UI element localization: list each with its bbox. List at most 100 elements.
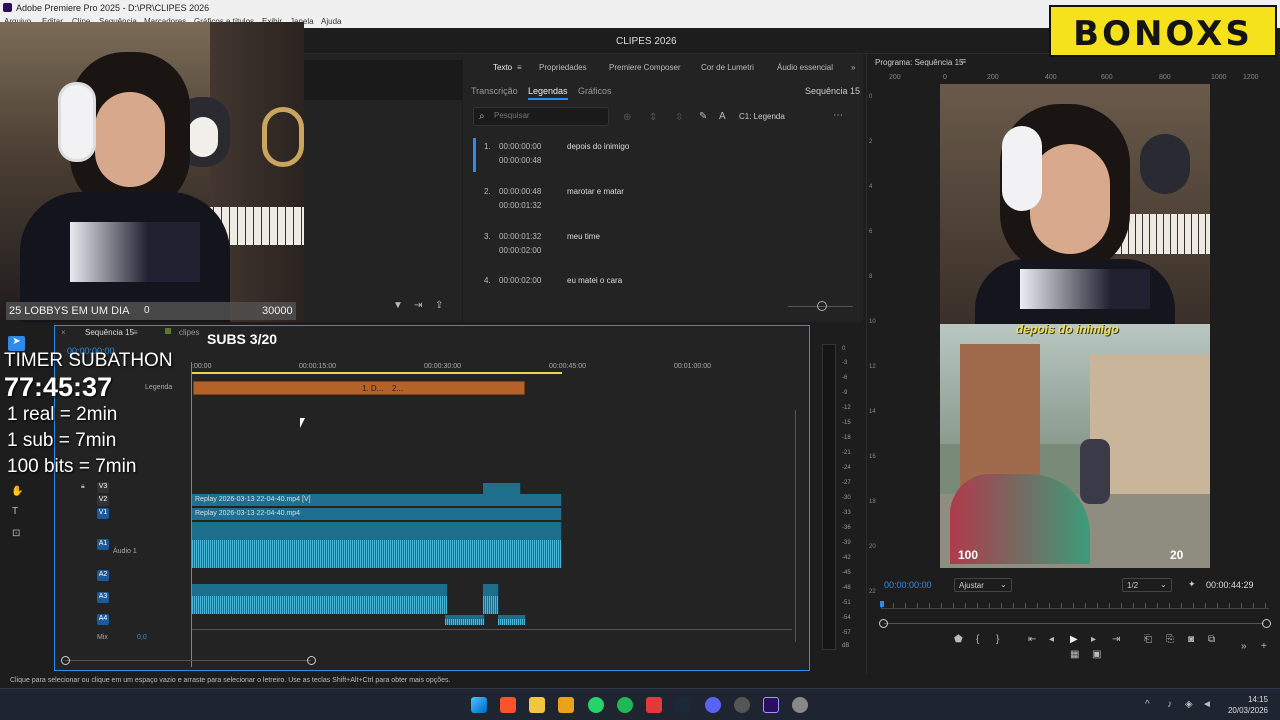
zoom-slider-handle[interactable] bbox=[817, 301, 827, 311]
sublime-icon[interactable] bbox=[558, 697, 574, 713]
caption-row-2[interactable]: 2. 00:00:00:48 00:00:01:32 marotar e mat… bbox=[463, 187, 863, 231]
zoom-bar[interactable] bbox=[884, 623, 1264, 624]
mix-value[interactable]: 0,0 bbox=[137, 634, 147, 641]
type-tool-icon[interactable]: T bbox=[12, 506, 18, 517]
video-clip-v2[interactable]: Replay 2026-03-13 22-04-40.mp4 [V] bbox=[192, 494, 562, 506]
more-options-icon[interactable]: ⋯ bbox=[833, 110, 843, 121]
tab-propriedades[interactable]: Propriedades bbox=[539, 63, 587, 72]
audio-clip-a4b[interactable] bbox=[498, 615, 526, 625]
caption-row-3[interactable]: 3. 00:00:01:32 00:00:02:00 meu time bbox=[463, 232, 863, 276]
menu-icon[interactable]: ≡ bbox=[133, 328, 138, 337]
playhead[interactable] bbox=[880, 601, 884, 607]
lift-icon[interactable]: ⎗ bbox=[1144, 634, 1152, 645]
video-clip-v1[interactable]: Replay 2026-03-13 22-04-40.mp4 bbox=[192, 508, 562, 520]
premiere-taskbar-icon[interactable] bbox=[763, 697, 779, 713]
track-v1[interactable]: V1 bbox=[97, 508, 109, 519]
transparency-icon[interactable]: ▣ bbox=[1092, 649, 1101, 660]
selection-tool-icon[interactable]: ➤ bbox=[8, 336, 25, 351]
menu-icon[interactable]: ≡ bbox=[517, 63, 522, 72]
vertical-scrollbar[interactable] bbox=[795, 410, 796, 642]
whatsapp-icon[interactable] bbox=[588, 697, 604, 713]
close-icon[interactable]: × bbox=[61, 328, 66, 337]
tab-audio-essencial[interactable]: Áudio essencial bbox=[777, 63, 833, 72]
zoom-handle-left[interactable] bbox=[879, 619, 888, 628]
system-clock[interactable]: 14:15 20/03/2026 bbox=[1222, 694, 1268, 716]
timeline-ruler[interactable]: :00:00 00:00:15:00 00:00:30:00 00:00:45:… bbox=[192, 359, 802, 373]
program-timecode[interactable]: 00:00:00:00 bbox=[884, 580, 932, 590]
tab-sequence[interactable]: Sequência 15 bbox=[85, 328, 134, 337]
caption-text[interactable]: eu matei o cara bbox=[567, 276, 622, 285]
scroll-handle-right[interactable] bbox=[307, 656, 316, 665]
program-time-ruler[interactable] bbox=[881, 603, 1269, 609]
caption-tool-icon[interactable]: ⊡ bbox=[12, 528, 20, 539]
subtab-legendas[interactable]: Legendas bbox=[528, 86, 568, 100]
caption-text[interactable]: depois do inimigo bbox=[567, 142, 629, 151]
network-icon[interactable]: ◈ bbox=[1185, 699, 1193, 710]
caption-text[interactable]: marotar e matar bbox=[567, 187, 624, 196]
caption-row-1[interactable]: 1. 00:00:00:00 00:00:00:48 depois do ini… bbox=[463, 142, 863, 186]
more-buttons-icon[interactable]: » bbox=[1241, 641, 1247, 652]
filter-icon[interactable]: ▼ bbox=[393, 300, 403, 311]
merge-caption-icon[interactable]: ⇳ bbox=[675, 112, 683, 123]
track-a4[interactable]: A4 bbox=[97, 614, 109, 625]
mark-out-icon[interactable]: } bbox=[996, 634, 999, 645]
windows-start-icon[interactable] bbox=[471, 697, 487, 713]
extract-icon[interactable]: ⎘ bbox=[1166, 634, 1174, 645]
spotify-icon[interactable] bbox=[617, 697, 633, 713]
audio-clip-a3[interactable] bbox=[192, 584, 448, 614]
camera-icon[interactable]: ◙ bbox=[1188, 634, 1194, 645]
add-caption-icon[interactable]: ⊕ bbox=[623, 112, 631, 123]
translate-icon[interactable]: A bbox=[719, 111, 726, 122]
import-icon[interactable]: ⇥ bbox=[414, 300, 422, 311]
scroll-handle-left[interactable] bbox=[61, 656, 70, 665]
audio-clip-a1[interactable] bbox=[192, 522, 562, 568]
volume-icon[interactable]: ◄ bbox=[1202, 699, 1212, 710]
compare-icon[interactable]: ⧉ bbox=[1208, 634, 1215, 645]
file-explorer-icon[interactable] bbox=[529, 697, 545, 713]
track-a3[interactable]: A3 bbox=[97, 592, 109, 603]
go-to-in-icon[interactable]: ⇤ bbox=[1028, 634, 1036, 645]
mic-icon[interactable]: ♪ bbox=[1167, 699, 1172, 710]
export-icon[interactable]: ⇪ bbox=[435, 300, 443, 311]
more-tabs-icon[interactable]: » bbox=[851, 63, 855, 72]
subtab-graficos[interactable]: Gráficos bbox=[578, 86, 612, 96]
caption-track-label[interactable]: C1: Legenda bbox=[739, 112, 785, 121]
audio-clip-a4[interactable] bbox=[445, 615, 485, 625]
red-app-icon[interactable] bbox=[646, 697, 662, 713]
tab-premiere-composer[interactable]: Premiere Composer bbox=[609, 63, 681, 72]
discord-icon[interactable] bbox=[705, 697, 721, 713]
safe-margins-icon[interactable]: ▦ bbox=[1070, 649, 1079, 660]
step-back-icon[interactable]: ◂ bbox=[1049, 634, 1054, 645]
tab-texto[interactable]: Texto bbox=[493, 63, 512, 72]
menu-ajuda[interactable]: Ajuda bbox=[321, 17, 341, 26]
search-box[interactable]: ⌕ bbox=[473, 107, 609, 126]
github-icon[interactable] bbox=[734, 697, 750, 713]
step-forward-icon[interactable]: ▸ bbox=[1091, 634, 1096, 645]
track-a2[interactable]: A2 bbox=[97, 570, 109, 581]
settings-icon[interactable] bbox=[792, 697, 808, 713]
search-input[interactable] bbox=[494, 111, 604, 120]
play-icon[interactable]: ▶ bbox=[1070, 634, 1078, 645]
brave-icon[interactable] bbox=[500, 697, 516, 713]
go-to-out-icon[interactable]: ⇥ bbox=[1112, 634, 1120, 645]
add-button-icon[interactable]: + bbox=[1261, 641, 1267, 652]
mark-in-icon[interactable]: { bbox=[976, 634, 979, 645]
tab-cor-lumetri[interactable]: Cor de Lumetri bbox=[701, 63, 754, 72]
tab-clipes[interactable]: clipes bbox=[179, 328, 199, 337]
caption-row-4[interactable]: 4. 00:00:02:00 eu matei o cara bbox=[463, 276, 863, 320]
marker-icon[interactable]: ⬟ bbox=[954, 634, 963, 645]
wrench-icon[interactable]: ✦ bbox=[1188, 579, 1196, 590]
track-v2[interactable]: V2 bbox=[97, 495, 109, 506]
timeline-scrollbar[interactable] bbox=[65, 660, 311, 661]
tray-chevron-icon[interactable]: ^ bbox=[1145, 699, 1150, 710]
track-a1[interactable]: A1 bbox=[97, 539, 109, 550]
fit-dropdown[interactable]: Ajustar ⌄ bbox=[954, 578, 1012, 592]
subtab-transcricao[interactable]: Transcrição bbox=[471, 86, 518, 96]
caption-track-clip[interactable]: 1. D... 2... bbox=[193, 381, 525, 395]
caption-text[interactable]: meu time bbox=[567, 232, 600, 241]
steam-icon[interactable] bbox=[675, 697, 691, 713]
split-caption-icon[interactable]: ⇕ bbox=[649, 112, 657, 123]
pencil-icon[interactable]: ✎ bbox=[699, 111, 707, 122]
audio-clip-a3b[interactable] bbox=[483, 584, 499, 614]
zoom-handle-right[interactable] bbox=[1262, 619, 1271, 628]
